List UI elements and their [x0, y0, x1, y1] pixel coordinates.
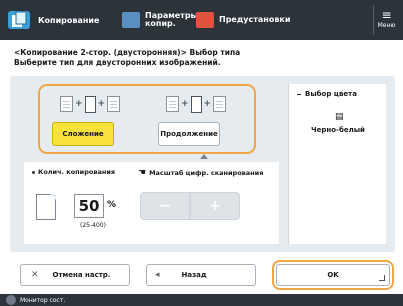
color-selection-title: Выбор цвета: [305, 90, 357, 98]
ok-button[interactable]: OK: [276, 264, 390, 286]
menu-icon: ≡: [381, 8, 392, 22]
color-selection-value: Черно-белый: [311, 126, 365, 134]
duplex-type-selector: + + Сложение + + Продолжение: [38, 84, 256, 154]
document-icon: [36, 194, 56, 220]
cancel-settings-button[interactable]: ✕ Отмена настр.: [20, 264, 130, 286]
counter-label: Колич. копирования: [38, 168, 116, 176]
zoom-label: Масштаб цифр. сканирования: [149, 169, 264, 177]
color-selection-panel[interactable]: Выбор цвета ▤ Черно-белый: [288, 84, 386, 244]
app-title: Копирование: [38, 15, 100, 25]
back-arrow-icon: ◂: [155, 270, 160, 280]
status-monitor-icon: [6, 295, 16, 305]
option-prodolzhenie-button[interactable]: Продолжение: [158, 122, 220, 146]
bw-icon: ▤: [335, 112, 344, 122]
duplex-pages-icon: + +: [46, 92, 134, 116]
instruction-text: Выберите тип для двусторонних изображени…: [14, 58, 221, 67]
tab-copy-settings-label: Параметры копир.: [145, 11, 198, 28]
corner-mark-icon: [379, 275, 385, 281]
tab-copy-settings[interactable]: Параметры копир.: [122, 8, 198, 32]
menu-label: Меню: [377, 22, 396, 29]
option-sloshenie-button[interactable]: Сложение: [52, 122, 114, 146]
option-prodolzhenie: + + Продолжение: [152, 92, 240, 148]
hand-icon: ☚: [138, 168, 147, 178]
breadcrumb: <Копирование 2-стор. (двусторонняя)> Выб…: [14, 48, 240, 68]
duplex-pages-icon: + +: [152, 92, 240, 116]
count-range: (25-400): [80, 222, 106, 229]
percent-unit: %: [107, 200, 117, 210]
preset-icon: [196, 12, 214, 28]
settings-icon: [122, 12, 140, 28]
ok-label: OK: [327, 271, 339, 279]
menu-button[interactable]: ≡ Меню: [373, 5, 399, 35]
copy-app-icon: [8, 11, 30, 29]
status-monitor-label: Монитор сост.: [20, 296, 66, 304]
close-icon: ✕: [31, 270, 39, 280]
back-label: Назад: [181, 271, 207, 279]
expand-arrow-icon: [200, 154, 208, 159]
copy-count-input[interactable]: 50: [74, 194, 104, 218]
cancel-settings-label: Отмена настр.: [52, 271, 111, 279]
breadcrumb-path: <Копирование 2-стор. (двусторонняя)> Выб…: [14, 48, 241, 57]
option-sloshenie: + + Сложение: [46, 92, 134, 148]
tab-presets-label: Предустановки: [219, 15, 291, 24]
top-bar: Копирование Параметры копир. Предустанов…: [0, 0, 403, 40]
tab-presets[interactable]: Предустановки: [196, 8, 291, 32]
back-button[interactable]: ◂ Назад: [146, 264, 256, 286]
status-bar[interactable]: Монитор сост.: [0, 294, 403, 306]
decrease-button[interactable]: −: [140, 192, 190, 220]
increase-button[interactable]: +: [190, 192, 240, 220]
